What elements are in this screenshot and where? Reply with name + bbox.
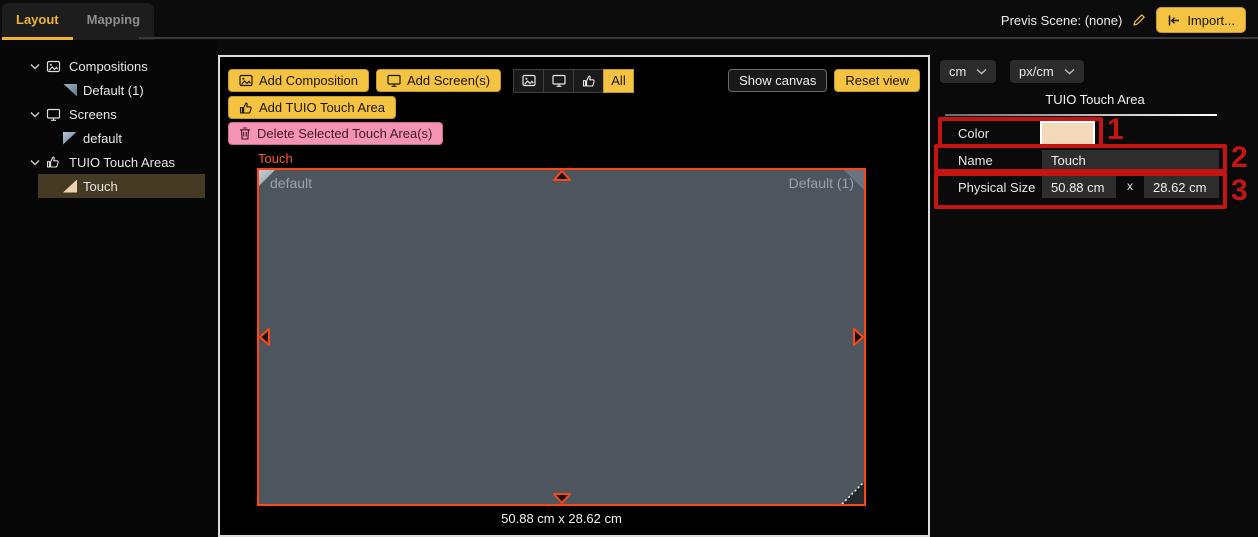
monitor-icon xyxy=(46,108,66,121)
canvas-composition-label: Default (1) xyxy=(789,175,854,191)
annotation-number-2: 2 xyxy=(1231,143,1248,173)
sidebar-group-screens[interactable]: Screens xyxy=(0,102,218,126)
add-composition-button[interactable]: Add Composition xyxy=(228,69,369,92)
filter-all-button[interactable]: All xyxy=(603,69,634,93)
topbar-right: Previs Scene: (none) Import... xyxy=(1001,7,1246,33)
annotation-number-1: 1 xyxy=(1107,115,1124,145)
type-filter-group: All xyxy=(514,69,634,93)
button-label: Add Screen(s) xyxy=(407,73,490,88)
color-label: Color xyxy=(958,126,989,141)
name-label: Name xyxy=(958,153,993,168)
touch-thumb-icon xyxy=(239,101,253,115)
toolbar-row-2: Add TUIO Touch Area xyxy=(228,96,396,119)
topbar-divider xyxy=(139,37,1258,39)
layout-tree: Compositions Default (1) Screens default… xyxy=(0,54,218,198)
monitor-icon xyxy=(387,74,401,87)
sidebar-group-label: Screens xyxy=(69,107,117,122)
sidebar-item-label: default xyxy=(83,131,122,146)
sidebar-item-label: Default (1) xyxy=(83,83,144,98)
filter-screens-button[interactable] xyxy=(543,69,574,93)
composition-triangle-icon xyxy=(63,84,77,97)
reset-view-button[interactable]: Reset view xyxy=(834,69,920,92)
resize-handle-bottom[interactable] xyxy=(552,493,572,505)
image-icon xyxy=(46,60,66,73)
sidebar-group-label: TUIO Touch Areas xyxy=(69,155,175,170)
dropdown-value: cm xyxy=(949,64,966,79)
import-button[interactable]: Import... xyxy=(1156,7,1246,33)
chevron-down-icon[interactable] xyxy=(30,159,46,166)
inspector-heading-divider xyxy=(945,114,1217,116)
toolbar-row-3: Delete Selected Touch Area(s) xyxy=(228,122,443,145)
import-icon xyxy=(1167,14,1181,27)
show-canvas-button[interactable]: Show canvas xyxy=(728,69,827,92)
sidebar: Compositions Default (1) Screens default… xyxy=(0,40,218,537)
resize-handle-top[interactable] xyxy=(552,169,572,181)
chevron-down-icon xyxy=(976,68,987,75)
filter-touch-areas-button[interactable] xyxy=(573,69,604,93)
touch-area-name-label: Touch xyxy=(258,151,293,166)
resize-handle-left[interactable] xyxy=(258,327,270,347)
add-tuio-touch-area-button[interactable]: Add TUIO Touch Area xyxy=(228,96,396,119)
physical-width-input[interactable] xyxy=(1042,176,1116,198)
touch-area[interactable]: default Default (1) xyxy=(257,168,866,506)
filter-compositions-button[interactable] xyxy=(513,69,544,93)
view-actions: Show canvas Reset view xyxy=(728,69,920,92)
app-window: Layout Mapping Previs Scene: (none) Impo… xyxy=(0,0,1258,537)
sidebar-group-compositions[interactable]: Compositions xyxy=(0,54,218,78)
edit-pencil-icon[interactable] xyxy=(1132,13,1146,27)
previs-scene-label: Previs Scene: (none) xyxy=(1001,13,1122,28)
chevron-down-icon xyxy=(1064,68,1075,75)
touch-area-size-label: 50.88 cm x 28.62 cm xyxy=(257,511,866,526)
button-label: Add TUIO Touch Area xyxy=(259,100,385,115)
add-screens-button[interactable]: Add Screen(s) xyxy=(376,69,501,92)
unit-dropdown[interactable]: cm xyxy=(940,60,996,83)
physical-size-label: Physical Size xyxy=(958,180,1035,195)
trash-icon xyxy=(239,127,251,140)
sidebar-group-label: Compositions xyxy=(69,59,148,74)
sidebar-item-label: Touch xyxy=(83,179,118,194)
tab-bar: Layout Mapping xyxy=(2,3,154,40)
tab-layout[interactable]: Layout xyxy=(2,3,73,40)
image-icon xyxy=(239,74,253,87)
tab-mapping[interactable]: Mapping xyxy=(73,3,154,40)
annotation-number-3: 3 xyxy=(1231,176,1248,206)
image-icon xyxy=(522,74,536,87)
canvas-screen-label: default xyxy=(270,175,312,191)
color-swatch[interactable] xyxy=(1040,121,1095,146)
topbar: Layout Mapping Previs Scene: (none) Impo… xyxy=(0,0,1258,40)
size-separator: x xyxy=(1127,179,1133,193)
touch-thumb-icon xyxy=(582,74,596,88)
touch-area-triangle-icon xyxy=(63,180,77,193)
density-dropdown[interactable]: px/cm xyxy=(1010,60,1084,83)
sidebar-item-default-1[interactable]: Default (1) xyxy=(0,78,218,102)
toolbar-row-1: Add Composition Add Screen(s) All Show c… xyxy=(228,69,920,92)
layout-canvas-panel: Add Composition Add Screen(s) All Show c… xyxy=(218,55,930,537)
button-label: Delete Selected Touch Area(s) xyxy=(257,126,432,141)
sidebar-group-tuio-touch-areas[interactable]: TUIO Touch Areas xyxy=(0,150,218,174)
name-input[interactable] xyxy=(1042,150,1219,171)
touch-thumb-icon xyxy=(46,155,66,169)
sidebar-item-touch[interactable]: Touch xyxy=(38,174,205,198)
resize-handle-corner[interactable] xyxy=(840,480,864,504)
physical-height-input[interactable] xyxy=(1144,176,1219,198)
monitor-icon xyxy=(552,74,566,87)
inspector-heading: TUIO Touch Area xyxy=(932,92,1258,107)
resize-handle-right[interactable] xyxy=(853,327,865,347)
delete-selected-touch-areas-button[interactable]: Delete Selected Touch Area(s) xyxy=(228,122,443,145)
screen-triangle-icon xyxy=(63,132,77,145)
dropdown-value: px/cm xyxy=(1019,64,1054,79)
chevron-down-icon[interactable] xyxy=(30,63,46,70)
sidebar-item-default-screen[interactable]: default xyxy=(0,126,218,150)
button-label: Add Composition xyxy=(259,73,358,88)
import-button-label: Import... xyxy=(1187,13,1235,28)
chevron-down-icon[interactable] xyxy=(30,111,46,118)
inspector-panel: cm px/cm TUIO Touch Area Color Name Phys… xyxy=(932,40,1258,537)
